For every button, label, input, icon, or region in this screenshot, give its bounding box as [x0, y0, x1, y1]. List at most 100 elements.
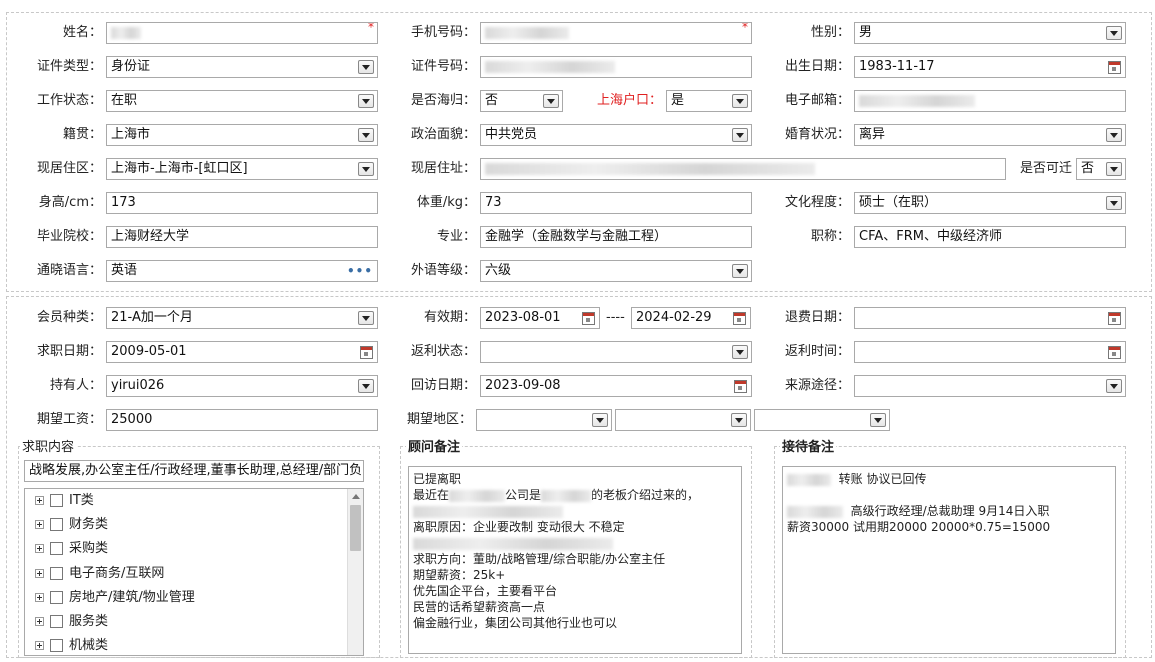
- member-type-select[interactable]: 21-A加一个月: [106, 307, 378, 329]
- job-title-field[interactable]: CFA、FRM、中级经济师: [854, 226, 1126, 248]
- residence-area-select[interactable]: 上海市-上海市-[虹口区]: [106, 158, 378, 180]
- tree-item[interactable]: 采购类: [25, 537, 363, 561]
- job-category-tree[interactable]: IT类 财务类 采购类 电子商务/互联网 房地产/建筑/物业管理 服务类 机械类: [24, 488, 364, 656]
- calendar-icon[interactable]: [733, 312, 746, 325]
- tree-item[interactable]: 房地产/建筑/物业管理: [25, 586, 363, 610]
- checkbox-icon[interactable]: [50, 494, 63, 507]
- tree-item[interactable]: 服务类: [25, 610, 363, 634]
- calendar-icon[interactable]: [1108, 61, 1121, 74]
- chevron-down-icon[interactable]: [543, 94, 559, 108]
- scroll-up-icon[interactable]: [352, 494, 360, 499]
- height-field[interactable]: 173: [106, 192, 378, 214]
- visit-date-field[interactable]: 2023-09-08: [480, 375, 752, 397]
- required-asterisk: *: [368, 22, 374, 34]
- calendar-icon[interactable]: [582, 312, 595, 325]
- chevron-down-icon[interactable]: [592, 413, 608, 427]
- id-type-select[interactable]: 身份证: [106, 56, 378, 78]
- chevron-down-icon[interactable]: [870, 413, 886, 427]
- native-place-select[interactable]: 上海市: [106, 124, 378, 146]
- id-number-field[interactable]: [480, 56, 752, 78]
- holder-select[interactable]: yirui026: [106, 375, 378, 397]
- lang-level-select[interactable]: 六级: [480, 260, 752, 282]
- major-field[interactable]: 金融学（金融数学与金融工程）: [480, 226, 752, 248]
- region-select-2[interactable]: [615, 409, 751, 431]
- school-field[interactable]: 上海财经大学: [106, 226, 378, 248]
- tree-item[interactable]: 机械类: [25, 634, 363, 655]
- residence-address-field[interactable]: [480, 158, 1006, 180]
- checkbox-icon[interactable]: [50, 518, 63, 532]
- consultant-notes-textarea[interactable]: 已提离职 最近在 公司是 的老板介绍过来的， 离职原因：企业要改制 变动很大 不稳定…: [408, 466, 742, 654]
- member-type-value: 21-A加一个月: [111, 310, 193, 325]
- calendar-icon[interactable]: [1108, 312, 1121, 325]
- validity-start-field[interactable]: 2023-08-01: [480, 307, 600, 329]
- chevron-down-icon[interactable]: [1106, 379, 1122, 393]
- marital-value: 离异: [859, 127, 886, 142]
- phone-field[interactable]: *: [480, 22, 752, 44]
- education-select[interactable]: 硕士（在职）: [854, 192, 1126, 214]
- chevron-down-icon[interactable]: [358, 60, 374, 74]
- chevron-down-icon[interactable]: [731, 413, 747, 427]
- chevron-down-icon[interactable]: [732, 345, 748, 359]
- validity-end-field[interactable]: 2024-02-29: [631, 307, 751, 329]
- checkbox-icon[interactable]: [50, 639, 63, 653]
- tree-scrollbar[interactable]: [347, 489, 363, 655]
- gender-select[interactable]: 男: [854, 22, 1126, 44]
- chevron-down-icon[interactable]: [358, 128, 374, 142]
- job-content-summary[interactable]: 战略发展,办公室主任/行政经理,董事长助理,总经理/部门负: [24, 460, 364, 482]
- languages-field[interactable]: 英语 •••: [106, 260, 378, 282]
- region-select-3[interactable]: [754, 409, 890, 431]
- chevron-down-icon[interactable]: [1106, 196, 1122, 210]
- returnee-select[interactable]: 否: [480, 90, 563, 112]
- chevron-down-icon[interactable]: [732, 128, 748, 142]
- plus-box-icon[interactable]: [35, 616, 44, 626]
- tree-item[interactable]: 电子商务/互联网: [25, 562, 363, 586]
- chevron-down-icon[interactable]: [1106, 128, 1122, 142]
- relocate-select[interactable]: 否: [1076, 158, 1126, 180]
- refund-date-field[interactable]: [854, 307, 1126, 329]
- chevron-down-icon[interactable]: [358, 94, 374, 108]
- email-field[interactable]: [854, 90, 1126, 112]
- validity-separator: ----: [606, 310, 625, 325]
- job-date-label: 求职日期：: [36, 344, 102, 359]
- checkbox-icon[interactable]: [50, 614, 63, 628]
- redacted-text: [413, 505, 563, 518]
- work-status-select[interactable]: 在职: [106, 90, 378, 112]
- checkbox-icon[interactable]: [50, 566, 63, 580]
- reception-notes-textarea[interactable]: 转账 协议已回传 高级行政经理/总裁助理 9月14日入职 薪资30000 试用期…: [782, 466, 1116, 654]
- chevron-down-icon[interactable]: [732, 94, 748, 108]
- sh-hukou-select[interactable]: 是: [666, 90, 752, 112]
- calendar-icon[interactable]: [734, 380, 747, 393]
- rebate-status-select[interactable]: [480, 341, 752, 363]
- chevron-down-icon[interactable]: [1106, 26, 1122, 40]
- region-select-1[interactable]: [476, 409, 612, 431]
- plus-box-icon[interactable]: [35, 544, 44, 554]
- salary-field[interactable]: 25000: [106, 409, 378, 431]
- checkbox-icon[interactable]: [50, 542, 63, 556]
- plus-box-icon[interactable]: [35, 520, 44, 530]
- chevron-down-icon[interactable]: [358, 311, 374, 325]
- weight-field[interactable]: 73: [480, 192, 752, 214]
- rebate-time-field[interactable]: [854, 341, 1126, 363]
- tree-item[interactable]: 财务类: [25, 513, 363, 537]
- tree-item[interactable]: IT类: [25, 489, 363, 513]
- chevron-down-icon[interactable]: [358, 162, 374, 176]
- scroll-thumb[interactable]: [350, 505, 361, 551]
- chevron-down-icon[interactable]: [358, 379, 374, 393]
- chevron-down-icon[interactable]: [1106, 162, 1122, 176]
- plus-box-icon[interactable]: [35, 496, 44, 505]
- plus-box-icon[interactable]: [35, 568, 44, 578]
- political-select[interactable]: 中共党员: [480, 124, 752, 146]
- checkbox-icon[interactable]: [50, 590, 63, 604]
- chevron-down-icon[interactable]: [732, 264, 748, 278]
- job-date-field[interactable]: 2009-05-01: [106, 341, 378, 363]
- plus-box-icon[interactable]: [35, 641, 44, 651]
- plus-box-icon[interactable]: [35, 592, 44, 602]
- marital-select[interactable]: 离异: [854, 124, 1126, 146]
- name-field[interactable]: *: [106, 22, 378, 44]
- ellipsis-icon[interactable]: •••: [347, 261, 373, 281]
- note-line: 薪资30000 试用期20000 20000*0.75=15000: [787, 520, 1051, 534]
- birth-date-field[interactable]: 1983-11-17: [854, 56, 1126, 78]
- calendar-icon[interactable]: [1108, 346, 1121, 359]
- calendar-icon[interactable]: [360, 346, 373, 359]
- source-select[interactable]: [854, 375, 1126, 397]
